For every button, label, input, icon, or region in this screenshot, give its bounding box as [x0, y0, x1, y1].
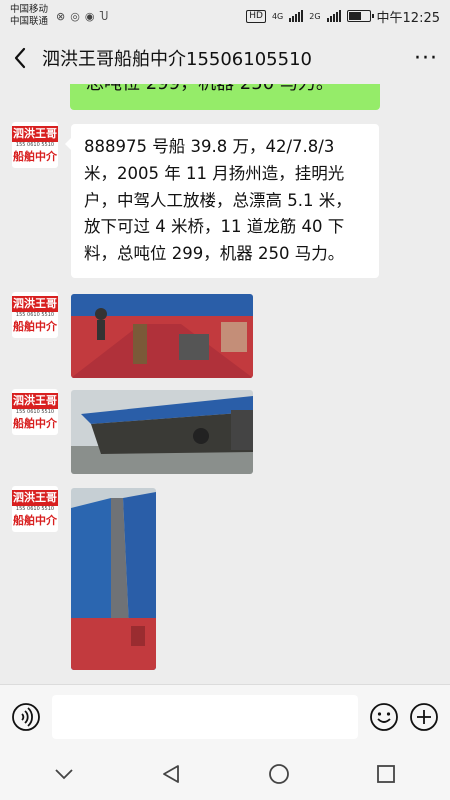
- photo-message-deck[interactable]: [71, 294, 253, 378]
- avatar-text-bottom: 船舶中介: [13, 513, 57, 527]
- app-icon-2: ◎: [70, 9, 80, 23]
- avatar-text-bottom: 船舶中介: [13, 319, 57, 333]
- chevron-down-icon: [55, 769, 73, 780]
- chat-title: 泗洪王哥船舶中介15506105510: [42, 49, 312, 70]
- ship-side-image: [71, 488, 156, 670]
- app-icon-1: ⊗: [56, 9, 66, 23]
- chat-messages[interactable]: 总吨位 299，机器 250 马力。 泗洪王哥 155 0610 5510 船舶…: [0, 84, 450, 684]
- avatar-text-phone: 155 0610 5510: [15, 311, 55, 318]
- avatar-text-phone: 155 0610 5510: [15, 141, 55, 148]
- triangle-back-icon: [163, 765, 180, 783]
- nav-home-button[interactable]: [257, 752, 301, 796]
- received-message-text: 888975 号船 39.8 万，42/7.8/3 米，2005 年 11 月扬…: [84, 137, 352, 264]
- photo-message-hull[interactable]: [71, 390, 253, 474]
- input-bar: [0, 684, 450, 748]
- nav-back-button[interactable]: [149, 752, 193, 796]
- hide-keyboard-button[interactable]: [42, 752, 86, 796]
- avatar-text-bottom: 船舶中介: [13, 149, 57, 163]
- ship-hull-image: [71, 390, 253, 474]
- status-bar: 中国移动 中国联通 ⊗ ◎ ◉ Ⴎ HD 4G 2G 中午12:25: [0, 0, 450, 32]
- system-nav-bar: [0, 748, 450, 800]
- app-icon-3: ◉: [84, 9, 95, 23]
- ship-deck-image: [71, 294, 253, 378]
- avatar-text-top: 泗洪王哥: [12, 392, 58, 409]
- avatar-text-phone: 155 0610 5510: [15, 408, 55, 415]
- carrier-names: 中国移动 中国联通: [10, 4, 48, 28]
- network-2g-label: 2G: [309, 11, 321, 21]
- avatar-text-top: 泗洪王哥: [12, 489, 58, 506]
- hd-badge: HD: [246, 9, 266, 23]
- clock: 中午12:25: [376, 10, 440, 26]
- network-4g-label: 4G: [271, 11, 284, 21]
- signal-icon-1: [289, 10, 304, 22]
- status-right: HD 4G 2G 中午12:25: [246, 7, 440, 26]
- avatar-text-phone: 155 0610 5510: [15, 505, 55, 512]
- carrier-2: 中国联通: [10, 16, 49, 27]
- emoji-button[interactable]: [368, 701, 400, 733]
- battery-fill: [348, 12, 361, 20]
- notification-icons: ⊗ ◎ ◉ Ⴎ: [56, 10, 108, 23]
- voice-button[interactable]: [10, 701, 42, 733]
- sender-avatar[interactable]: 泗洪王哥 155 0610 5510 船舶中介: [12, 486, 58, 532]
- photo-message-side[interactable]: [71, 488, 156, 670]
- message-input[interactable]: [52, 694, 358, 739]
- sender-avatar[interactable]: 泗洪王哥 155 0610 5510 船舶中介: [12, 122, 58, 168]
- voice-icon: [12, 702, 40, 731]
- square-recents-icon: [377, 765, 396, 783]
- received-message-bubble[interactable]: 888975 号船 39.8 万，42/7.8/3 米，2005 年 11 月扬…: [65, 124, 379, 278]
- nav-recents-button[interactable]: [364, 752, 408, 796]
- avatar-text-top: 泗洪王哥: [12, 295, 58, 312]
- avatar-text-bottom: 船舶中介: [13, 416, 57, 430]
- avatar-text-top: 泗洪王哥: [12, 125, 58, 142]
- app-icon-4: Ⴎ: [99, 9, 109, 23]
- battery-icon: [346, 10, 374, 22]
- sent-message-bubble[interactable]: 总吨位 299，机器 250 马力。: [70, 84, 380, 110]
- sender-avatar[interactable]: 泗洪王哥 155 0610 5510 船舶中介: [12, 389, 58, 435]
- back-button[interactable]: [0, 32, 40, 84]
- chat-header: 泗洪王哥船舶中介15506105510 ···: [0, 32, 450, 84]
- sent-message-text: 总吨位 299，机器 250 马力。: [86, 84, 364, 104]
- carrier-1: 中国移动: [10, 4, 49, 15]
- emoji-icon: [370, 702, 398, 731]
- signal-icon-2: [326, 10, 341, 22]
- sender-avatar[interactable]: 泗洪王哥 155 0610 5510 船舶中介: [12, 292, 58, 338]
- back-arrow-icon: [14, 47, 26, 69]
- circle-home-icon: [268, 764, 289, 784]
- more-functions-button[interactable]: [408, 701, 440, 733]
- more-options-button[interactable]: ···: [402, 32, 450, 84]
- plus-icon: [410, 702, 438, 731]
- more-icon: ···: [414, 45, 438, 71]
